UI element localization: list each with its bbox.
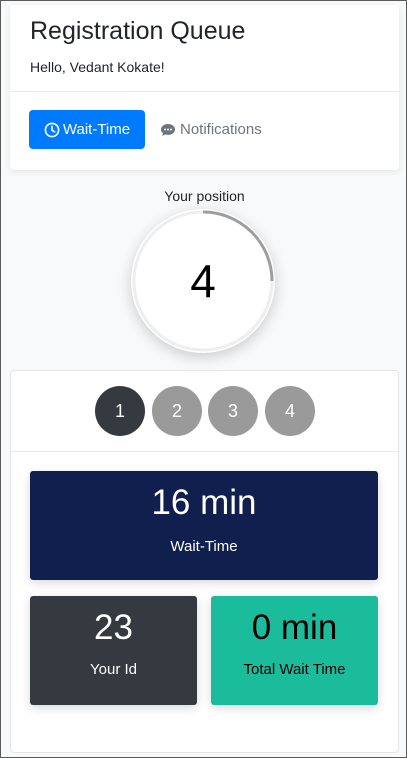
header-card: Registration Queue Hello, Vedant Kokate!… (10, 5, 399, 170)
header-divider (10, 91, 399, 92)
tab-wait-time[interactable]: Wait-Time (29, 110, 145, 149)
total-wait-tile: 0 min Total Wait Time (211, 596, 378, 705)
tab-wait-time-label: Wait-Time (62, 121, 131, 138)
your-id-tile: 23 Your Id (30, 596, 197, 705)
chat-icon (160, 122, 176, 138)
card-divider (11, 451, 398, 452)
total-wait-value: 0 min (251, 608, 338, 647)
tab-notifications[interactable]: Notifications (160, 110, 262, 149)
position-value: 4 (190, 255, 216, 307)
total-wait-label: Total Wait Time (243, 661, 346, 678)
app-frame: Registration Queue Hello, Vedant Kokate!… (0, 0, 407, 758)
clock-icon (44, 122, 60, 138)
your-id-label: Your Id (90, 661, 137, 678)
step-2[interactable]: 2 (152, 386, 202, 436)
step-3[interactable]: 3 (208, 386, 258, 436)
greeting-text: Hello, Vedant Kokate! (30, 59, 165, 75)
your-id-value: 23 (94, 608, 133, 647)
page-title: Registration Queue (30, 17, 246, 45)
step-1[interactable]: 1 (95, 386, 145, 436)
position-label: Your position (164, 188, 245, 204)
position-gauge: 4 (131, 209, 275, 353)
step-4[interactable]: 4 (265, 386, 315, 436)
wait-time-value: 16 min (151, 483, 257, 522)
queue-steps: 1 2 3 4 (11, 386, 400, 436)
queue-card: 1 2 3 4 16 min Wait-Time 23 Your Id 0 mi… (10, 370, 399, 753)
tab-notifications-label: Notifications (180, 121, 262, 138)
wait-time-label: Wait-Time (170, 538, 238, 555)
wait-time-tile: 16 min Wait-Time (30, 471, 378, 580)
